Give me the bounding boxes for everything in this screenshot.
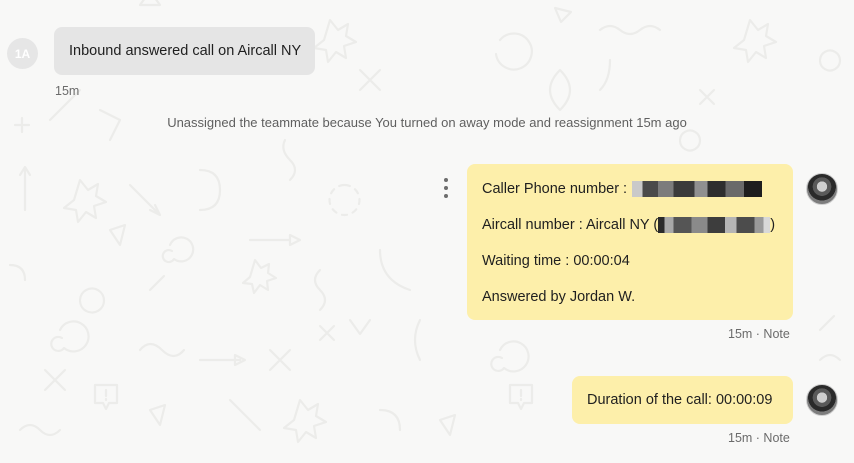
call-details-note[interactable]: Caller Phone number : Aircall number : A…: [467, 164, 793, 320]
aircall-number-label: Aircall number : Aircall NY (: [482, 217, 659, 233]
answered-by-line: Answered by Jordan W.: [482, 288, 778, 324]
waiting-time-text: Waiting time : 00:00:04: [482, 253, 630, 269]
caller-phone-label: Caller Phone number :: [482, 181, 628, 197]
call-duration-text: Duration of the call: 00:00:09: [587, 392, 773, 408]
caller-phone-line: Caller Phone number :: [482, 180, 778, 216]
aircall-number-suffix: ): [770, 217, 776, 233]
answered-by-text: Answered by Jordan W.: [482, 289, 636, 305]
redacted-phone-number: [632, 181, 763, 197]
message-timestamp: 15m: [55, 84, 80, 98]
note-meta: 15m · Note: [728, 327, 790, 341]
author-avatar[interactable]: [806, 173, 838, 205]
redacted-aircall-number: [658, 217, 771, 233]
system-event-text: Unassigned the teammate because You turn…: [167, 115, 687, 130]
contact-avatar[interactable]: 1A: [7, 38, 38, 69]
inbound-call-message[interactable]: Inbound answered call on Aircall NY: [54, 27, 315, 75]
aircall-number-line: Aircall number : Aircall NY ( ): [482, 216, 778, 252]
message-text: Inbound answered call on Aircall NY: [69, 43, 302, 59]
note-meta: 15m · Note: [728, 431, 790, 445]
waiting-time-line: Waiting time : 00:00:04: [482, 252, 778, 288]
more-actions-icon[interactable]: [439, 178, 453, 198]
call-duration-note[interactable]: Duration of the call: 00:00:09: [572, 376, 793, 424]
author-avatar[interactable]: [806, 384, 838, 416]
